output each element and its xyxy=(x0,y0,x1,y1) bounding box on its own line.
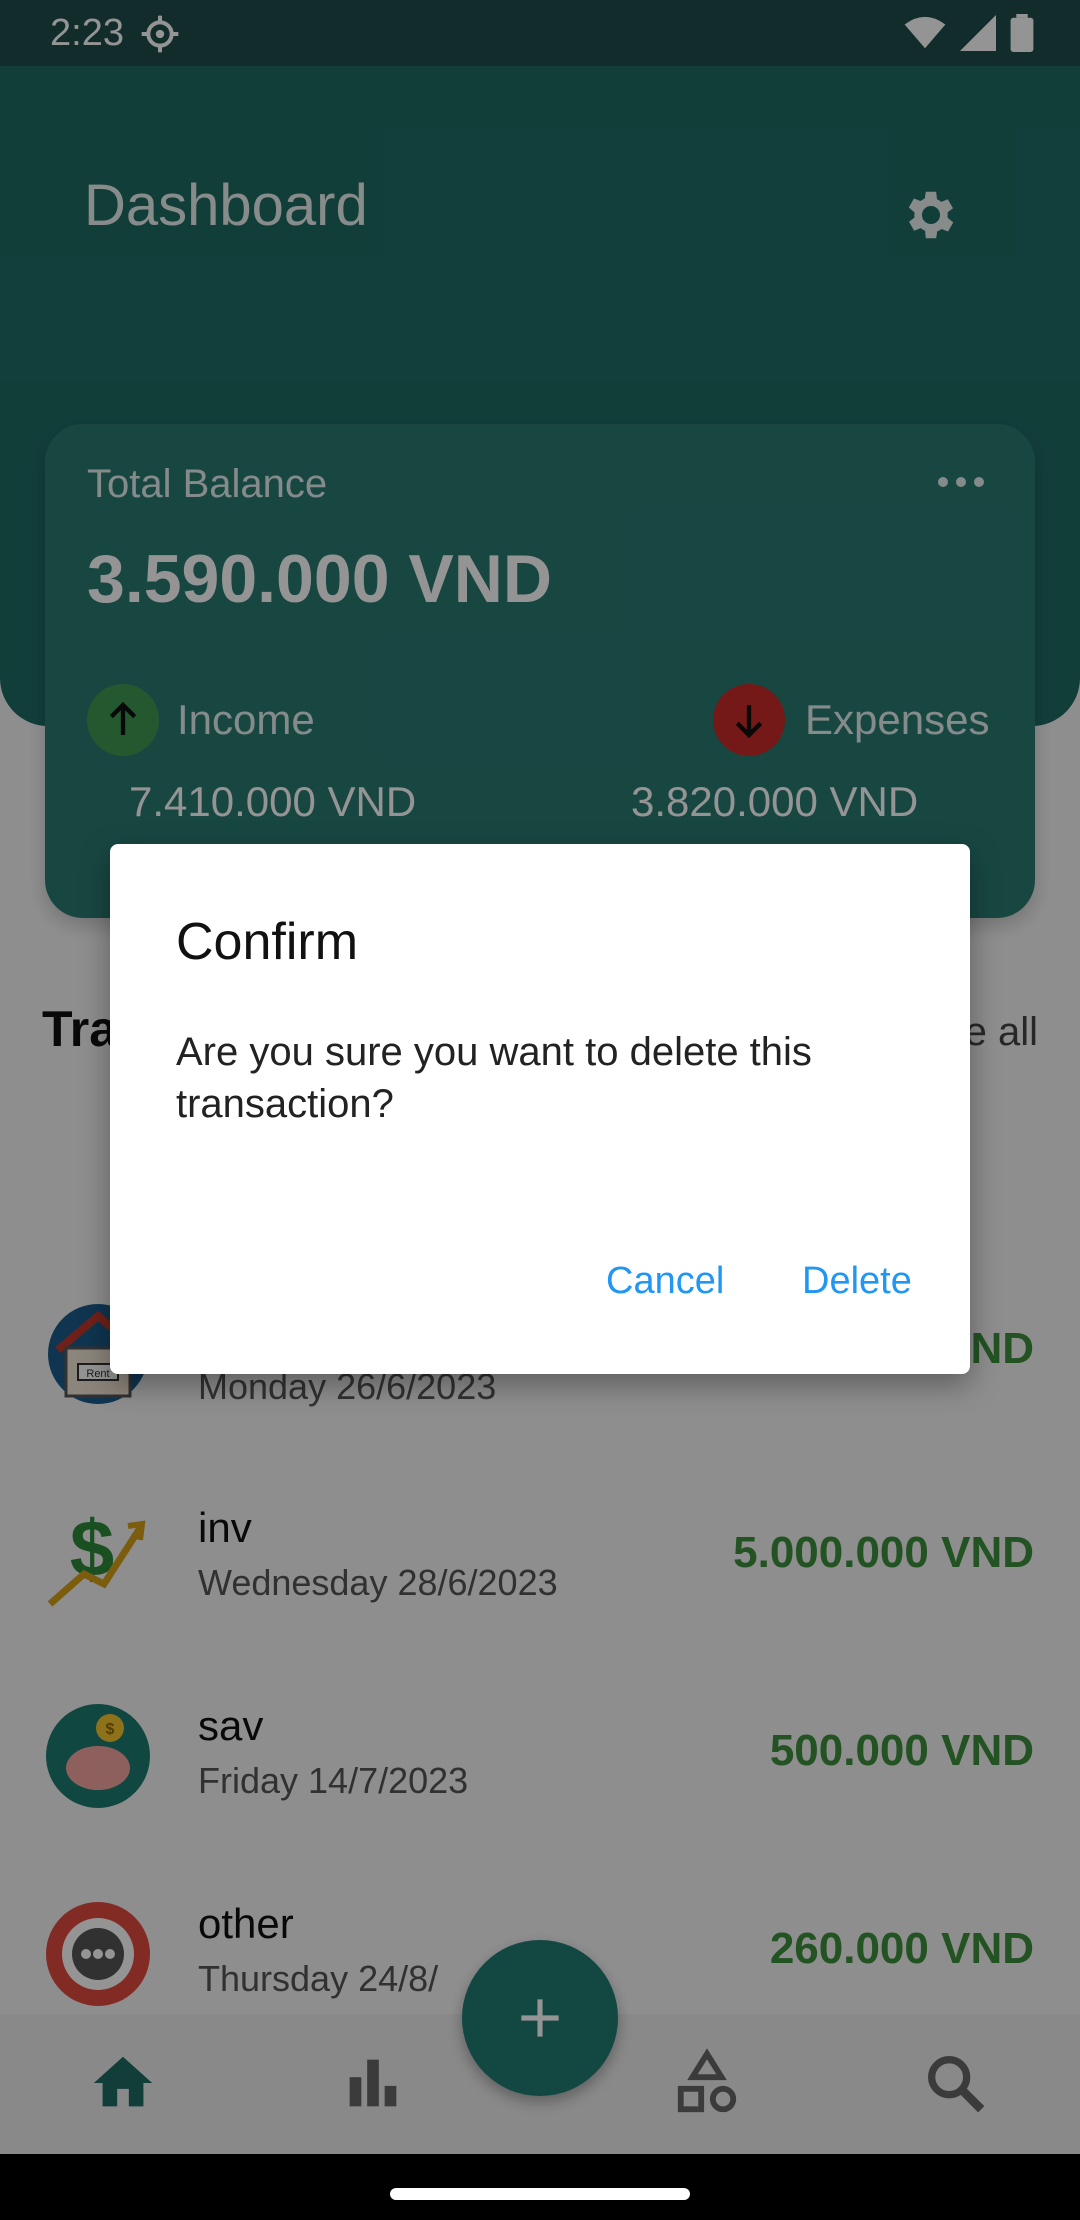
home-indicator[interactable] xyxy=(390,2188,690,2200)
gesture-bar xyxy=(0,2154,1080,2220)
dialog-title: Confirm xyxy=(176,913,359,971)
cancel-button[interactable]: Cancel xyxy=(586,1244,744,1319)
delete-button[interactable]: Delete xyxy=(782,1244,932,1319)
confirm-dialog: Confirm Are you sure you want to delete … xyxy=(110,844,970,1374)
dialog-message: Are you sure you want to delete this tra… xyxy=(176,1030,812,1126)
